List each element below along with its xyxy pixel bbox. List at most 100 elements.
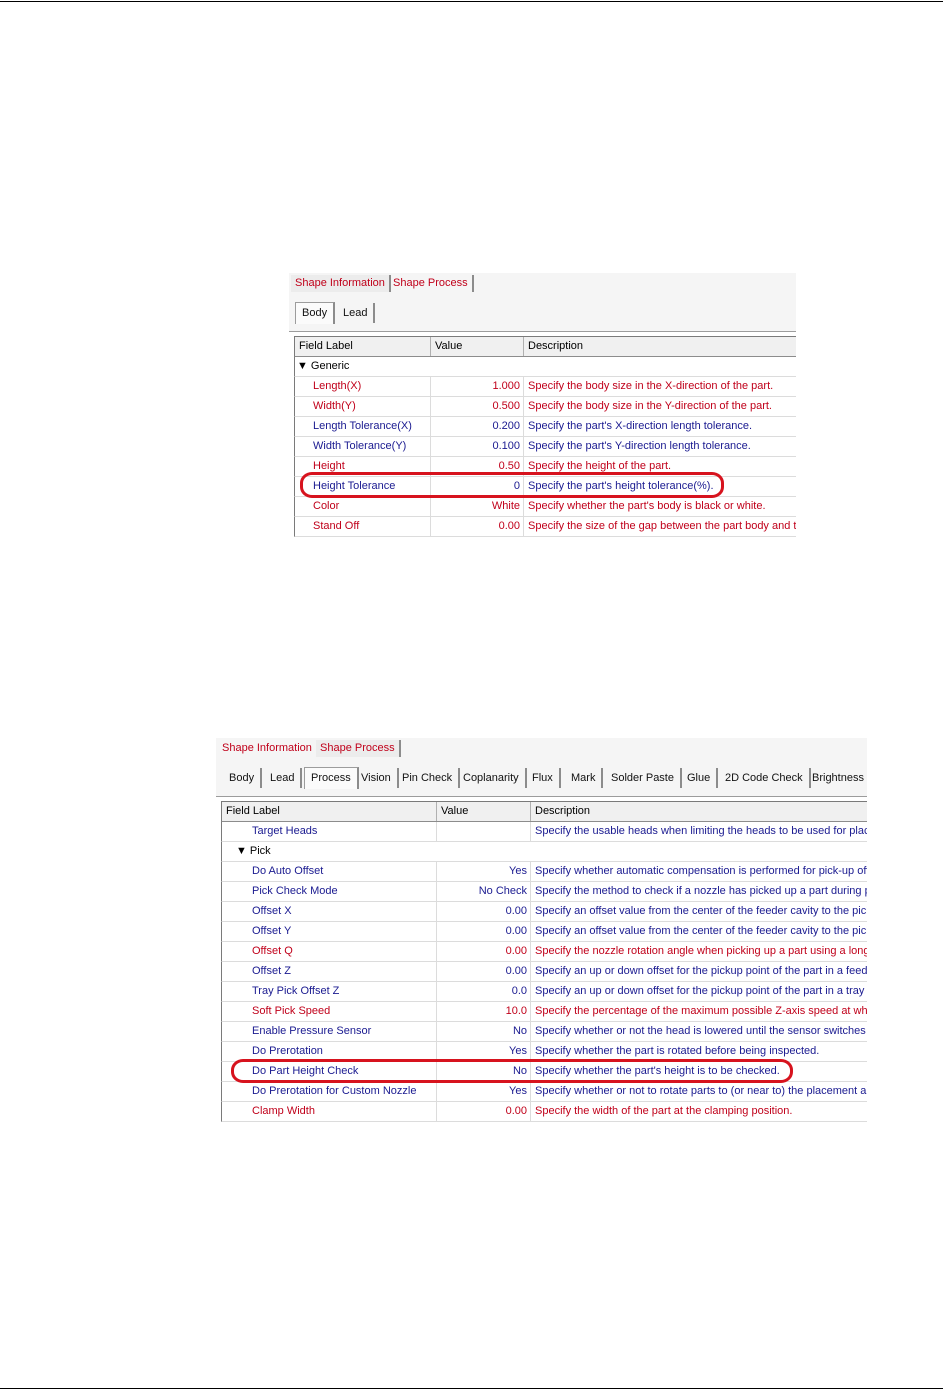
field-value[interactable]: 0.0 xyxy=(437,982,531,1001)
field-description: Specify the part's X-direction length to… xyxy=(528,420,753,432)
field-value[interactable]: 0.100 xyxy=(431,437,524,456)
tab-shape-information[interactable]: Shape Information xyxy=(218,740,318,757)
page-bottom-rule xyxy=(0,1388,943,1389)
field-label: Tray Pick Offset Z xyxy=(222,982,437,1001)
tab-solder-paste[interactable]: Solder Paste xyxy=(605,768,682,788)
field-label: Width(Y) xyxy=(295,397,431,416)
column-description[interactable]: Description xyxy=(524,337,796,356)
field-description: Specify the nozzle rotation angle when p… xyxy=(535,945,867,957)
expand-triangle-icon[interactable]: ▼ xyxy=(236,845,247,857)
field-value[interactable]: 0.500 xyxy=(431,397,524,416)
column-description[interactable]: Description xyxy=(531,802,867,821)
field-value[interactable] xyxy=(437,822,531,841)
grid-header: Field Label Value Description xyxy=(294,336,796,357)
shape-information-panel: Shape Information Shape Process Body Lea… xyxy=(289,273,796,539)
highlight-oval xyxy=(300,472,724,498)
tab-brightness-check[interactable]: Brightness C xyxy=(806,768,867,788)
field-label: Length Tolerance(X) xyxy=(295,417,431,436)
field-value[interactable]: 0.00 xyxy=(437,902,531,921)
field-label: Soft Pick Speed xyxy=(222,1002,437,1021)
tab-glue[interactable]: Glue xyxy=(681,768,719,788)
tab-body[interactable]: Body xyxy=(295,302,336,324)
field-label: Length(X) xyxy=(295,377,431,396)
field-label: Offset Z xyxy=(222,962,437,981)
field-description: Specify the body size in the X-direction… xyxy=(528,380,774,392)
field-description: Specify whether automatic compensation i… xyxy=(535,865,867,877)
table-row[interactable]: Length(X) 1.000 Specify the body size in t… xyxy=(294,377,796,397)
field-description: Specify an offset value from the center … xyxy=(535,905,867,917)
tab-lead[interactable]: Lead xyxy=(264,768,303,788)
tab-shape-information[interactable]: Shape Information xyxy=(291,275,391,292)
field-description: Specify the size of the gap between the … xyxy=(528,520,796,532)
sub-tab-bar: Body Lead Process Vision Pin Check Copla… xyxy=(216,758,867,797)
field-value[interactable]: 10.0 xyxy=(437,1002,531,1021)
field-label: Do Prerotation for Custom Nozzle xyxy=(222,1082,437,1101)
tab-lead[interactable]: Lead xyxy=(337,303,376,323)
field-value[interactable]: No Check xyxy=(437,882,531,901)
field-value[interactable]: 1.000 xyxy=(431,377,524,396)
expand-triangle-icon[interactable]: ▼ xyxy=(297,360,308,372)
field-value[interactable]: 0.200 xyxy=(431,417,524,436)
table-row[interactable]: Clamp Width 0.00 Specify the width of the … xyxy=(221,1102,867,1122)
column-value[interactable]: Value xyxy=(437,802,531,821)
tab-process[interactable]: Process xyxy=(304,767,359,789)
table-row[interactable]: Soft Pick Speed 10.0 Specify the percentag… xyxy=(221,1002,867,1022)
field-description: Specify the usable heads when limiting t… xyxy=(535,825,867,837)
tab-vision[interactable]: Vision xyxy=(355,768,399,788)
group-row-pick[interactable]: ▼ Pick xyxy=(221,842,867,862)
field-value[interactable]: 0.00 xyxy=(437,962,531,981)
table-row[interactable]: Length Tolerance(X) 0.200 Specify the part… xyxy=(294,417,796,437)
field-description: Specify whether the part's body is black… xyxy=(528,500,766,512)
field-value[interactable]: 0.00 xyxy=(437,922,531,941)
table-row[interactable]: Tray Pick Offset Z 0.0 Specify an up or do… xyxy=(221,982,867,1002)
field-description: Specify the width of the part at the cla… xyxy=(535,1105,793,1117)
tab-pin-check[interactable]: Pin Check xyxy=(396,768,461,788)
column-field-label[interactable]: Field Label xyxy=(222,802,437,821)
group-label: Generic xyxy=(310,360,350,372)
tab-2d-code-check[interactable]: 2D Code Check xyxy=(719,768,811,788)
tab-coplanarity[interactable]: Coplanarity xyxy=(457,768,527,788)
field-value[interactable]: White xyxy=(431,497,524,516)
field-value[interactable]: Yes xyxy=(437,1082,531,1101)
field-value[interactable]: No xyxy=(437,1022,531,1041)
field-description: Specify the body size in the Y-direction… xyxy=(528,400,772,412)
field-label: Enable Pressure Sensor xyxy=(222,1022,437,1041)
column-value[interactable]: Value xyxy=(431,337,524,356)
field-value[interactable]: Yes xyxy=(437,862,531,881)
table-row[interactable]: Enable Pressure Sensor No Specify whether … xyxy=(221,1022,867,1042)
field-description: Specify whether or not to rotate parts t… xyxy=(535,1085,867,1097)
field-value[interactable]: 0.00 xyxy=(437,1102,531,1121)
column-field-label[interactable]: Field Label xyxy=(295,337,431,356)
field-description: Specify whether or not the head is lower… xyxy=(535,1025,867,1037)
tab-flux[interactable]: Flux xyxy=(526,768,561,788)
table-row[interactable]: Width(Y) 0.500 Specify the body size in th… xyxy=(294,397,796,417)
field-label: Clamp Width xyxy=(222,1102,437,1121)
field-label: Offset X xyxy=(222,902,437,921)
table-row[interactable]: Pick Check Mode No Check Specify the metho… xyxy=(221,882,867,902)
shape-process-panel: Shape Information Shape Process Body Lea… xyxy=(216,738,867,1124)
tab-shape-process[interactable]: Shape Process xyxy=(316,740,401,757)
table-row[interactable]: Offset X 0.00 Specify an offset value from… xyxy=(221,902,867,922)
table-row[interactable]: Stand Off 0.00 Specify the size of the gap… xyxy=(294,517,796,537)
tab-body[interactable]: Body xyxy=(223,768,263,788)
grid-header: Field Label Value Description xyxy=(221,801,867,822)
field-value[interactable]: 0.00 xyxy=(431,517,524,536)
table-row[interactable]: Do Prerotation for Custom Nozzle Yes Speci… xyxy=(221,1082,867,1102)
tab-shape-process[interactable]: Shape Process xyxy=(389,275,474,292)
table-row[interactable]: Do Auto Offset Yes Specify whether automat… xyxy=(221,862,867,882)
group-row-generic[interactable]: ▼ Generic xyxy=(294,357,796,377)
field-value[interactable]: 0.00 xyxy=(437,942,531,961)
property-grid: Field Label Value Description ▼ Generic L… xyxy=(294,336,796,537)
field-label: Offset Y xyxy=(222,922,437,941)
table-row[interactable]: Offset Y 0.00 Specify an offset value from… xyxy=(221,922,867,942)
table-row[interactable]: Offset Q 0.00 Specify the nozzle rotation … xyxy=(221,942,867,962)
table-row[interactable]: Width Tolerance(Y) 0.100 Specify the part'… xyxy=(294,437,796,457)
table-row-target-heads[interactable]: Target Heads Specify the usable heads wh… xyxy=(221,822,867,842)
tab-mark[interactable]: Mark xyxy=(565,768,604,788)
table-row[interactable]: Offset Z 0.00 Specify an up or down offset… xyxy=(221,962,867,982)
table-row[interactable]: Color White Specify whether the part's bod… xyxy=(294,497,796,517)
field-label: Offset Q xyxy=(222,942,437,961)
highlight-oval xyxy=(231,1059,793,1083)
field-label: Stand Off xyxy=(295,517,431,536)
top-tab-bar: Shape Information Shape Process xyxy=(289,273,796,294)
